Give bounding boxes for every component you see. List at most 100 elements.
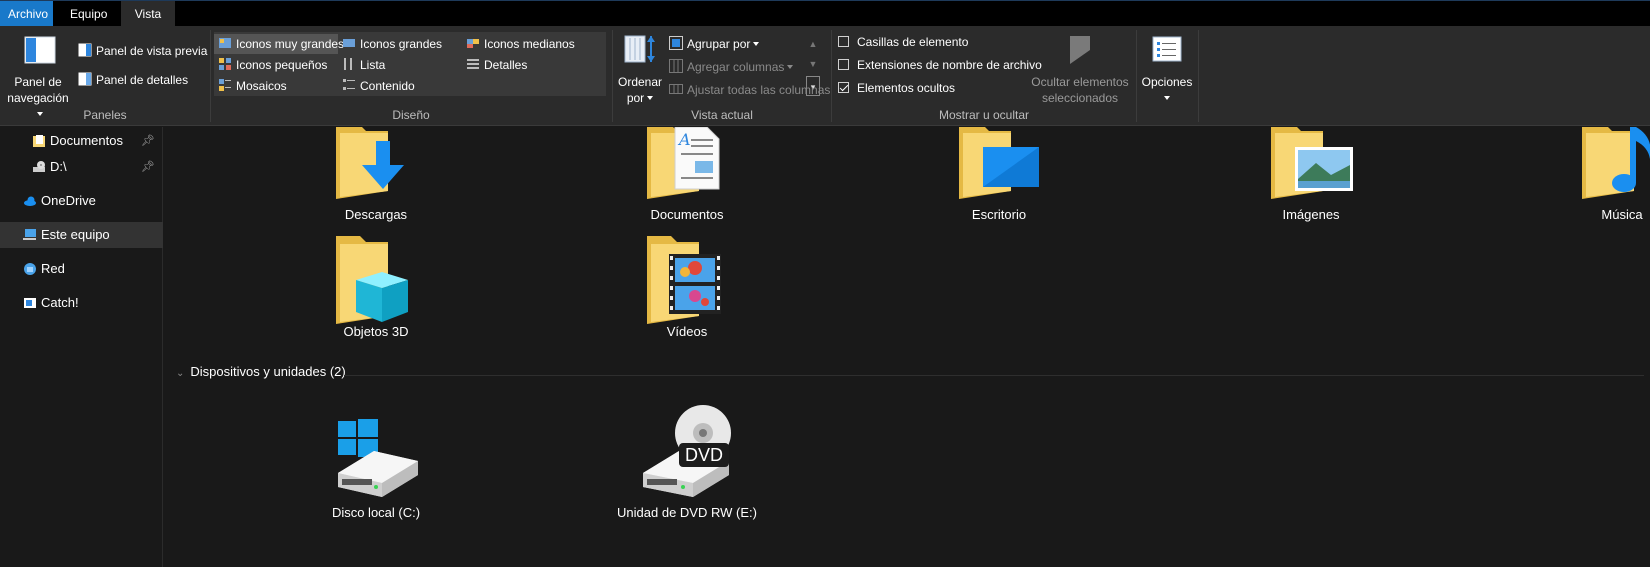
sidebar-item-network[interactable]: Red (0, 256, 163, 282)
sidebar-item-documents[interactable]: Documentos 📌︎ (0, 128, 163, 154)
drive-c[interactable]: Disco local (C:) (276, 417, 476, 520)
folder-music[interactable]: Música (1522, 127, 1650, 222)
current-view-group: Ordenar por Agrupar por Agregar columnas… (613, 26, 831, 126)
fit-columns-label: Ajustar todas las columnas (687, 83, 831, 97)
sidebar-item-label: OneDrive (41, 193, 96, 208)
windows-drive-icon (338, 419, 418, 497)
desktop-folder-icon (959, 127, 1039, 199)
item-checkboxes-label: Casillas de elemento (857, 35, 969, 49)
folder-downloads[interactable]: Descargas (276, 127, 476, 222)
videos-folder-icon (647, 236, 721, 324)
tiles-icon (219, 79, 231, 91)
sidebar-item-drive-d[interactable]: D:\ 📌︎ (0, 154, 163, 180)
onedrive-cloud-icon (24, 196, 36, 206)
navigation-pane-icon (24, 36, 56, 64)
panes-group: Panel de navegación Panel de vista previ… (0, 26, 210, 126)
navigation-pane-label-1: Panel de (14, 75, 62, 89)
chevron-down-icon[interactable]: ⌄ (176, 368, 184, 379)
ribbon-tab-bar: Archivo Equipo Vista (0, 0, 1650, 27)
layout-label: Detalles (484, 58, 528, 72)
layout-extra-large-icons[interactable]: Iconos muy grandes (214, 34, 344, 54)
panes-group-label: Paneles (83, 108, 127, 122)
details-pane-label: Panel de detalles (96, 73, 189, 87)
layout-label: Contenido (360, 79, 415, 93)
hidden-items-label: Elementos ocultos (857, 81, 956, 95)
content-icon (343, 79, 355, 90)
navigation-pane-button[interactable]: Panel de navegación (4, 30, 72, 116)
hide-selected-items-button[interactable]: Ocultar elementos seleccionados (1028, 30, 1132, 105)
music-folder-icon (1582, 127, 1650, 199)
layout-content[interactable]: Contenido (338, 76, 462, 96)
pin-icon[interactable]: 📌︎ (141, 154, 155, 180)
details-icon (467, 59, 479, 69)
details-pane-button[interactable]: Panel de detalles (78, 72, 188, 87)
hidden-items-checkbox[interactable] (838, 82, 849, 93)
layout-small-icons[interactable]: Iconos pequeños (214, 55, 338, 75)
group-by-icon (669, 36, 683, 50)
options-icon (1152, 36, 1182, 62)
folder-3d-objects[interactable]: Objetos 3D (276, 232, 476, 339)
sidebar-item-label: Catch! (41, 295, 79, 310)
tab-view[interactable]: Vista (121, 1, 175, 27)
group-by-label: Agrupar por (687, 37, 751, 51)
folder-label: Documentos (650, 207, 724, 222)
layout-label: Iconos grandes (360, 37, 443, 51)
layout-label: Lista (360, 58, 386, 72)
downloads-folder-icon (336, 127, 404, 199)
fit-columns-button[interactable]: Ajustar todas las columnas (669, 82, 830, 97)
fit-columns-icon (669, 84, 683, 94)
folder-desktop[interactable]: Escritorio (899, 127, 1099, 222)
add-columns-button[interactable]: Agregar columnas (669, 59, 794, 74)
chevron-down-icon (1164, 96, 1170, 100)
layout-large-icons[interactable]: Iconos grandes (338, 34, 462, 54)
details-pane-icon (78, 72, 92, 86)
sort-by-button[interactable]: Ordenar por (615, 30, 665, 105)
documents-folder-icon (33, 135, 45, 147)
sort-by-label-1: Ordenar (617, 75, 663, 89)
chevron-down-icon (787, 65, 794, 69)
drive-e-dvd[interactable]: DVD Unidad de DVD RW (E:) (587, 403, 787, 520)
pin-icon[interactable]: 📌︎ (141, 128, 155, 154)
add-columns-label: Agregar columnas (687, 60, 785, 74)
layout-gallery: Iconos muy grandes Iconos grandes Iconos… (214, 32, 820, 96)
dvd-badge: DVD (685, 445, 723, 465)
tab-computer[interactable]: Equipo (62, 1, 118, 27)
extra-large-icons-icon (219, 38, 231, 48)
section-divider (344, 375, 1644, 376)
sidebar-item-onedrive[interactable]: OneDrive (0, 188, 163, 214)
layout-tiles[interactable]: Mosaicos (214, 76, 338, 96)
item-checkboxes-toggle[interactable]: Casillas de elemento (838, 35, 968, 49)
file-extensions-checkbox[interactable] (838, 59, 849, 70)
current-view-group-label: Vista actual (691, 108, 753, 122)
preview-pane-button[interactable]: Panel de vista previa (78, 43, 207, 58)
layout-label: Iconos pequeños (236, 58, 328, 72)
folder-label: Imágenes (1282, 207, 1340, 222)
file-extensions-toggle[interactable]: Extensiones de nombre de archivo (838, 58, 1042, 72)
show-hide-group-label: Mostrar u ocultar (938, 108, 1030, 122)
folder-label: Música (1601, 207, 1643, 222)
devices-section-header[interactable]: ⌄ Dispositivos y unidades (2) (176, 364, 346, 379)
group-by-button[interactable]: Agrupar por (669, 36, 760, 51)
medium-icons-icon (467, 39, 479, 48)
sidebar-item-this-pc[interactable]: Este equipo (0, 222, 163, 248)
options-button[interactable]: Opciones (1139, 30, 1195, 102)
documents-folder-icon: A (647, 127, 720, 199)
sidebar-item-catch[interactable]: Catch! (0, 290, 163, 316)
layout-list[interactable]: Lista (338, 55, 462, 75)
hidden-items-toggle[interactable]: Elementos ocultos (838, 81, 955, 95)
layout-medium-icons[interactable]: Iconos medianos (462, 34, 592, 54)
layout-details[interactable]: Detalles (462, 55, 592, 75)
item-checkboxes-checkbox[interactable] (838, 36, 849, 47)
options-label: Opciones (1141, 75, 1193, 89)
folder-videos[interactable]: Vídeos (587, 232, 787, 339)
sidebar-item-label: Red (41, 261, 65, 276)
navigation-pane-label-2: navegación (7, 91, 69, 105)
folder-pictures[interactable]: Imágenes (1211, 127, 1411, 222)
sidebar-item-label: Este equipo (41, 227, 110, 242)
folder-documents[interactable]: A Documentos (587, 127, 787, 222)
drive-icon (33, 161, 45, 172)
tab-file[interactable]: Archivo (0, 1, 53, 27)
layout-label: Iconos medianos (484, 37, 575, 51)
content-area: Descargas A Documentos Escritorio Imágen… (164, 127, 1650, 567)
drive-label: Disco local (C:) (331, 505, 421, 520)
